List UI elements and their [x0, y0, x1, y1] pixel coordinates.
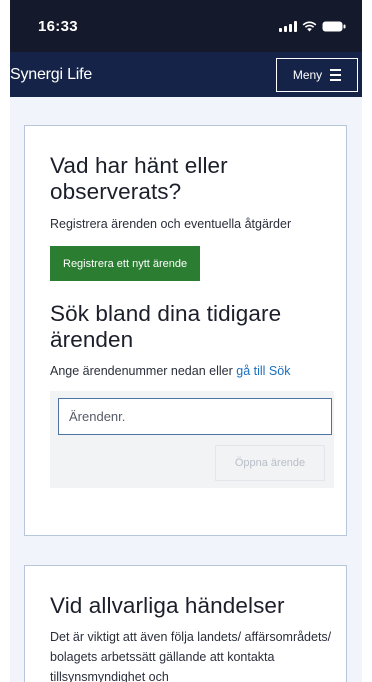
- battery-icon: [322, 21, 346, 31]
- case-search-panel: Öppna ärende: [50, 391, 334, 488]
- serious-events-text: Det är viktigt att även följa landets/ a…: [50, 630, 332, 682]
- case-number-input[interactable]: [58, 398, 332, 435]
- report-subtitle: Registrera ärenden och eventuella åtgärd…: [50, 217, 292, 231]
- search-instruction-text: Ange ärendenummer nedan eller: [50, 364, 233, 378]
- status-bar: 16:33: [10, 0, 362, 52]
- app-screen: 16:33 Synergi Life Meny Vad har hänt ell…: [10, 0, 362, 682]
- hamburger-icon: [330, 68, 342, 81]
- status-icons: [279, 20, 346, 32]
- search-title: Sök bland dina tidigare ärenden: [50, 301, 282, 352]
- report-card: Vad har hänt eller observerats? Registre…: [24, 125, 347, 536]
- search-instruction: Ange ärendenummer nedan eller gå till Sö…: [50, 362, 321, 380]
- search-link[interactable]: gå till Sök: [236, 364, 290, 378]
- serious-events-card: Vid allvarliga händelser Det är viktigt …: [24, 565, 347, 682]
- signal-icon: [279, 20, 297, 32]
- report-title: Vad har hänt eller observerats?: [50, 153, 228, 204]
- menu-label: Meny: [292, 67, 323, 82]
- serious-events-title: Vid allvarliga händelser: [50, 593, 285, 618]
- app-title[interactable]: Synergi Life: [10, 66, 92, 84]
- menu-button[interactable]: Meny: [276, 57, 358, 92]
- open-case-button[interactable]: Öppna ärende: [215, 445, 325, 481]
- app-header: Synergi Life Meny: [10, 52, 362, 97]
- status-time: 16:33: [38, 17, 78, 35]
- wifi-icon: [302, 21, 317, 31]
- register-case-button[interactable]: Registrera ett nytt ärende: [50, 246, 201, 281]
